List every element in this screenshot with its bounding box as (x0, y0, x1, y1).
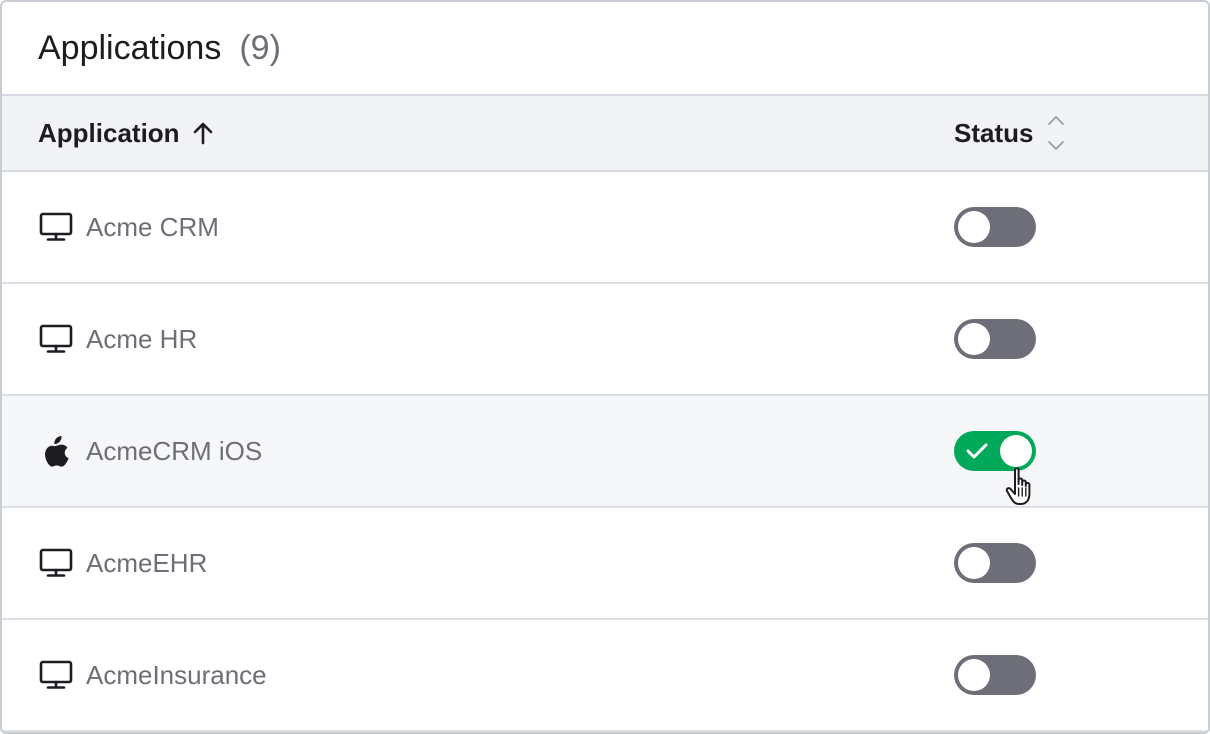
status-toggle[interactable] (954, 655, 1036, 695)
column-header-application[interactable]: Application (38, 96, 214, 170)
application-name: AcmeEHR (86, 547, 208, 578)
table-row: Acme HR (2, 284, 1208, 396)
application-name: Acme HR (86, 323, 198, 354)
table-header: Application Status (2, 96, 1208, 172)
desktop-icon (38, 545, 74, 581)
status-toggle[interactable] (954, 431, 1036, 471)
status-toggle[interactable] (954, 543, 1036, 583)
toggle-knob (958, 659, 990, 691)
application-name: Acme CRM (86, 211, 219, 242)
sort-chevrons-icon[interactable] (1047, 114, 1065, 152)
hand-pointer-cursor-icon (1004, 466, 1040, 513)
check-icon (966, 441, 988, 466)
table-row: AcmeInsurance (2, 620, 1208, 732)
toggle-knob (958, 211, 990, 243)
toggle-knob (958, 323, 990, 355)
application-cell: Acme CRM (38, 172, 219, 282)
toggle-knob (958, 547, 990, 579)
application-name: AcmeCRM iOS (86, 435, 263, 466)
arrow-up-icon[interactable] (192, 121, 214, 145)
desktop-icon (38, 321, 74, 357)
table-row: Acme CRM (2, 172, 1208, 284)
panel-title: Applications (38, 28, 222, 67)
status-toggle[interactable] (954, 319, 1036, 359)
panel-header: Applications (9) (2, 2, 1208, 96)
desktop-icon (38, 209, 74, 245)
table-body: Acme CRM Acme HR AcmeCRM iOS AcmeEHR AcmeIns… (2, 172, 1208, 732)
applications-panel: Applications (9) Application Status Acme… (0, 0, 1210, 734)
apple-icon (38, 433, 74, 469)
application-cell: Acme HR (38, 284, 197, 394)
application-cell: AcmeInsurance (38, 620, 267, 730)
desktop-icon (38, 657, 74, 693)
column-label-application: Application (38, 117, 180, 148)
status-toggle[interactable] (954, 207, 1036, 247)
toggle-knob (1000, 435, 1032, 467)
application-cell: AcmeCRM iOS (38, 396, 262, 506)
application-name: AcmeInsurance (86, 659, 267, 690)
application-count: (9) (239, 28, 281, 67)
column-label-status: Status (954, 117, 1034, 148)
application-cell: AcmeEHR (38, 508, 207, 618)
column-header-status[interactable]: Status (954, 96, 1065, 170)
table-row: AcmeEHR (2, 508, 1208, 620)
